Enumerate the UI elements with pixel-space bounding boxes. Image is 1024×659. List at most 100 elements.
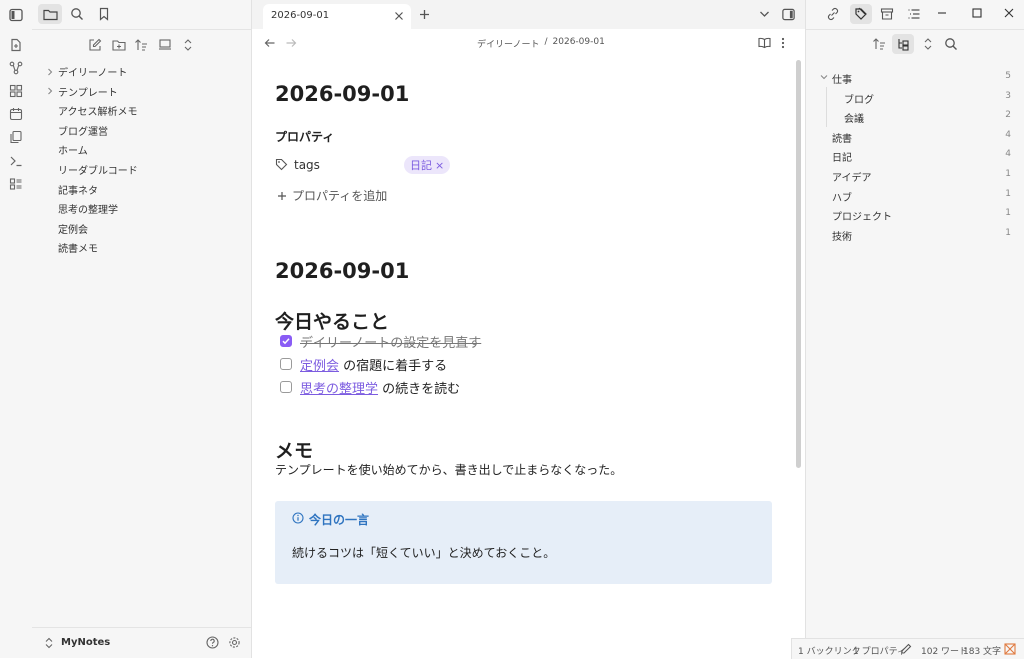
outline-tab-icon[interactable] xyxy=(907,7,921,21)
tag-item[interactable]: プロジェクト 1 xyxy=(806,205,1024,224)
tab-label: 2026-09-01 xyxy=(271,10,330,21)
nested-tags-toggle-icon[interactable] xyxy=(892,34,914,54)
internal-link[interactable]: 定例会 xyxy=(300,355,339,374)
tree-item-label: ホーム xyxy=(58,146,88,158)
task-text: の続きを読む xyxy=(378,381,461,397)
outgoing-links-tab-icon[interactable] xyxy=(880,7,894,21)
bookmarks-tab-icon[interactable] xyxy=(98,7,110,21)
tag-item[interactable]: 日記 4 xyxy=(806,146,1024,165)
tag-item[interactable]: アイデア 1 xyxy=(806,166,1024,185)
open-vault-icon[interactable] xyxy=(8,37,24,53)
vault-name[interactable]: MyNotes xyxy=(61,637,110,648)
collapse-all-icon[interactable] xyxy=(182,38,194,52)
tree-item-label: 定例会 xyxy=(58,224,88,236)
graph-view-icon[interactable] xyxy=(8,60,24,76)
task-item: デイリーノートの設定を見直す xyxy=(280,331,481,351)
memo-paragraph[interactable]: テンプレートを使い始めてから、書き出しで止まらなくなった。 xyxy=(275,461,622,478)
tree-file[interactable]: ブログ運営 xyxy=(32,121,251,140)
tree-file[interactable]: 読書メモ xyxy=(32,238,251,257)
tree-file[interactable]: 思考の整理学 xyxy=(32,199,251,218)
breadcrumb-folder[interactable]: デイリーノート xyxy=(477,37,539,50)
tree-file[interactable]: アクセス解析メモ xyxy=(32,101,251,120)
tag-label: 技術 xyxy=(832,231,852,243)
task-checkbox[interactable] xyxy=(280,358,292,370)
tree-file[interactable]: リーダブルコード xyxy=(32,160,251,179)
minimize-icon[interactable] xyxy=(936,7,948,19)
memo-heading[interactable]: メモ xyxy=(275,436,313,463)
tab-active[interactable]: 2026-09-01 xyxy=(263,4,411,29)
tag-label: ハブ xyxy=(832,192,852,204)
status-properties[interactable]: 1 プロパティ xyxy=(853,644,906,657)
breadcrumb-file[interactable]: 2026-09-01 xyxy=(553,37,605,50)
tree-file[interactable]: 記事ネタ xyxy=(32,180,251,199)
help-icon[interactable] xyxy=(206,636,219,649)
files-tab-icon[interactable] xyxy=(38,4,62,24)
daily-notes-icon[interactable] xyxy=(8,106,24,122)
tree-item-label: テンプレート xyxy=(58,87,118,99)
toggle-right-sidebar-icon[interactable] xyxy=(781,7,796,22)
task-checkbox[interactable] xyxy=(280,381,292,393)
new-note-icon[interactable] xyxy=(88,38,102,52)
new-folder-icon[interactable] xyxy=(112,38,126,52)
tag-pill[interactable]: 日記 × xyxy=(404,156,451,174)
tag-search-icon[interactable] xyxy=(944,37,958,51)
tree-folder[interactable]: デイリーノート xyxy=(32,62,251,81)
breadcrumb: デイリーノート / 2026-09-01 xyxy=(477,37,605,50)
tag-remove-icon[interactable]: × xyxy=(435,159,444,172)
callout[interactable]: 今日の一言 続けるコツは「短くていい」と決めておくこと。 xyxy=(275,501,772,584)
more-options-icon[interactable] xyxy=(780,37,786,49)
tag-count: 4 xyxy=(1005,129,1011,140)
tree-file[interactable]: ホーム xyxy=(32,140,251,159)
tab-list-dropdown-icon[interactable] xyxy=(759,10,770,18)
tree-folder[interactable]: テンプレート xyxy=(32,82,251,101)
canvas-icon[interactable] xyxy=(8,83,24,99)
search-tab-icon[interactable] xyxy=(70,7,84,21)
forward-arrow-icon[interactable] xyxy=(285,37,297,49)
status-backlinks[interactable]: 1 バックリンク xyxy=(798,644,861,657)
sync-status-icon[interactable] xyxy=(1004,643,1016,655)
close-window-icon[interactable] xyxy=(1003,7,1015,19)
tag-item[interactable]: 読書 4 xyxy=(806,127,1024,146)
close-tab-icon[interactable] xyxy=(394,11,404,21)
vault-switcher-icon[interactable] xyxy=(44,637,54,649)
templates-icon[interactable] xyxy=(8,129,24,145)
tag-item[interactable]: 会議 2 xyxy=(806,107,1024,126)
sort-icon[interactable] xyxy=(134,38,148,52)
back-arrow-icon[interactable] xyxy=(264,37,276,49)
chevron-right-icon xyxy=(46,68,54,76)
tasks-heading[interactable]: 今日やること xyxy=(275,307,389,334)
auto-reveal-icon[interactable] xyxy=(158,38,172,52)
tag-item[interactable]: 技術 1 xyxy=(806,225,1024,244)
tree-item-label: 思考の整理学 xyxy=(58,205,118,217)
add-property-button[interactable]: プロパティを追加 xyxy=(277,187,387,204)
tag-label: 読書 xyxy=(832,133,852,145)
backlinks-tab-icon[interactable] xyxy=(826,7,840,21)
ribbon xyxy=(0,0,33,658)
maximize-icon[interactable] xyxy=(971,7,983,19)
new-tab-icon[interactable] xyxy=(419,9,430,20)
task-checkbox-checked[interactable] xyxy=(280,335,292,347)
editor-scrollbar[interactable] xyxy=(796,60,801,468)
inline-title[interactable]: 2026-09-01 xyxy=(275,82,409,106)
tag-item[interactable]: ハブ 1 xyxy=(806,186,1024,205)
bases-icon[interactable] xyxy=(8,176,24,192)
tag-item[interactable]: ブログ 3 xyxy=(806,88,1024,107)
tags-tab-icon[interactable] xyxy=(850,4,872,24)
settings-gear-icon[interactable] xyxy=(228,636,241,649)
property-key-tags[interactable]: tags xyxy=(294,158,320,172)
toggle-left-sidebar-icon[interactable] xyxy=(8,7,24,23)
chevron-down-icon[interactable] xyxy=(820,73,828,81)
tree-file[interactable]: 定例会 xyxy=(32,219,251,238)
tag-label: 会議 xyxy=(844,114,864,126)
tag-item[interactable]: 仕事 5 xyxy=(806,68,1024,87)
reading-view-icon[interactable] xyxy=(758,37,771,49)
command-palette-icon[interactable] xyxy=(8,153,24,169)
tag-sort-icon[interactable] xyxy=(872,37,886,51)
expand-collapse-tags-icon[interactable] xyxy=(922,37,934,51)
breadcrumb-separator: / xyxy=(544,37,548,47)
heading-1[interactable]: 2026-09-01 xyxy=(275,259,409,283)
internal-link[interactable]: 思考の整理学 xyxy=(300,378,378,397)
properties-heading[interactable]: プロパティ xyxy=(275,128,334,145)
tag-count: 2 xyxy=(1005,110,1011,121)
edit-mode-icon[interactable] xyxy=(900,643,912,655)
